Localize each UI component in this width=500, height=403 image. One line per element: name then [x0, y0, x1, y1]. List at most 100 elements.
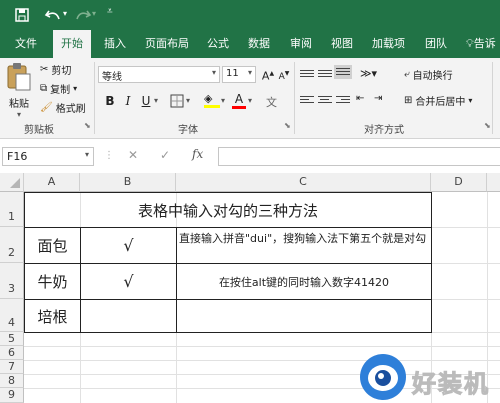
- copy-button[interactable]: ⧉ 复制 ▾: [40, 81, 77, 96]
- align-right-icon[interactable]: [336, 94, 350, 106]
- borders-icon[interactable]: [170, 94, 184, 108]
- watermark: 好装机: [358, 352, 500, 402]
- undo-icon[interactable]: [44, 7, 62, 23]
- font-color-icon: A: [234, 92, 244, 106]
- row-header-9[interactable]: 9: [0, 388, 24, 403]
- save-icon[interactable]: [14, 7, 30, 23]
- cell-a2[interactable]: 面包: [24, 227, 81, 264]
- merge-icon: ⊞: [404, 95, 413, 106]
- redo-icon[interactable]: [74, 7, 92, 23]
- wrap-text-button[interactable]: ⤶ 自动换行: [404, 67, 453, 82]
- column-header-a[interactable]: A: [24, 173, 80, 192]
- decrease-indent-icon[interactable]: ⇤: [356, 93, 364, 104]
- underline-dropdown-icon[interactable]: ▾: [154, 96, 158, 105]
- cell-c3[interactable]: 在按住alt键的同时输入数字41420: [176, 263, 432, 300]
- dialog-launcher-icon[interactable]: ⬊: [484, 121, 491, 130]
- tell-me-box[interactable]: 💡︎告诉: [466, 35, 496, 51]
- clipboard-icon: [7, 63, 31, 91]
- clipboard-group-label: 剪贴板: [24, 125, 54, 136]
- italic-button[interactable]: I: [120, 93, 136, 109]
- row-header-3[interactable]: 3: [0, 263, 24, 299]
- align-bottom-icon[interactable]: [334, 65, 352, 79]
- format-painter-button[interactable]: 🖌︎ 格式刷: [40, 100, 86, 115]
- font-name-select[interactable]: 等线 ▾: [98, 66, 220, 83]
- wrap-text-label: 自动换行: [412, 71, 453, 82]
- font-color-dropdown-icon[interactable]: ▾: [248, 96, 252, 105]
- merge-center-button[interactable]: ⊞ 合并后居中 ▾: [404, 93, 472, 108]
- cell-c2[interactable]: 直接输入拼音"dui"，搜狗输入法下第五个就是对勾: [176, 227, 432, 264]
- paste-button[interactable]: 粘贴 ▾: [4, 62, 34, 119]
- decrease-font-icon[interactable]: A▼: [276, 66, 292, 82]
- cell-c4[interactable]: [176, 299, 432, 333]
- cell-a4[interactable]: 培根: [24, 299, 81, 333]
- orientation-icon[interactable]: ≫▾: [360, 67, 377, 80]
- cell-c3-value: 在按住alt键的同时输入数字41420: [218, 275, 390, 289]
- tab-team[interactable]: 团队: [425, 35, 447, 51]
- column-header-d[interactable]: D: [431, 173, 487, 192]
- cell-b2[interactable]: √: [80, 227, 177, 264]
- font-color-button[interactable]: A: [232, 92, 246, 110]
- fill-color-button[interactable]: ◈: [204, 92, 220, 110]
- dialog-launcher-icon[interactable]: ⬊: [84, 121, 91, 130]
- cell-c2-value: 直接输入拼音"dui"，搜狗输入法下第五个就是对勾: [179, 232, 427, 245]
- tab-view[interactable]: 视图: [331, 35, 353, 51]
- increase-indent-icon[interactable]: ⇥: [374, 93, 382, 104]
- sheet-title: 表格中输入对勾的三种方法: [137, 201, 318, 220]
- dialog-launcher-icon[interactable]: ⬊: [284, 121, 291, 130]
- enter-icon[interactable]: ✓: [160, 148, 170, 162]
- tab-insert[interactable]: 插入: [104, 35, 126, 51]
- cut-button[interactable]: ✂ 剪切: [40, 62, 71, 77]
- increase-font-icon[interactable]: A▲: [260, 66, 276, 83]
- redo-dropdown-icon[interactable]: ▾: [92, 9, 96, 18]
- row-header-1[interactable]: 1: [0, 192, 24, 227]
- column-header-b[interactable]: B: [80, 173, 176, 192]
- insert-function-icon[interactable]: fx: [192, 147, 203, 161]
- align-center-icon[interactable]: [318, 94, 332, 106]
- cell-b4[interactable]: [80, 299, 177, 333]
- phonetic-icon[interactable]: 文: [266, 94, 277, 110]
- cut-label: 剪切: [51, 66, 72, 77]
- font-size-select[interactable]: 11 ▾: [222, 66, 256, 83]
- tab-addins[interactable]: 加载项: [372, 35, 405, 51]
- row-header-4[interactable]: 4: [0, 299, 24, 332]
- gridline: [24, 346, 500, 347]
- row-header-7[interactable]: 7: [0, 360, 24, 374]
- bold-button[interactable]: B: [102, 93, 118, 109]
- formula-bar-splitter-icon[interactable]: ⋮: [104, 150, 114, 161]
- tab-page-layout[interactable]: 页面布局: [145, 35, 189, 51]
- name-box[interactable]: F16 ▾: [2, 147, 94, 166]
- align-top-icon[interactable]: [300, 68, 314, 80]
- fill-dropdown-icon[interactable]: ▾: [221, 96, 225, 105]
- column-header-e[interactable]: [487, 173, 500, 192]
- merge-center-label: 合并后居中: [415, 97, 466, 108]
- borders-dropdown-icon[interactable]: ▾: [186, 96, 190, 105]
- row-header-5[interactable]: 5: [0, 332, 24, 346]
- tab-review[interactable]: 审阅: [290, 35, 312, 51]
- formula-input[interactable]: [218, 147, 500, 166]
- paint-bucket-icon: ◈: [204, 92, 213, 105]
- cell-a3[interactable]: 牛奶: [24, 263, 81, 300]
- gridline: [431, 299, 500, 300]
- align-left-icon[interactable]: [300, 94, 314, 106]
- tab-data[interactable]: 数据: [248, 35, 270, 51]
- group-separator: [94, 62, 95, 134]
- tab-file[interactable]: 文件: [15, 35, 37, 51]
- row-header-2[interactable]: 2: [0, 227, 24, 263]
- row-header-8[interactable]: 8: [0, 374, 24, 388]
- column-header-c[interactable]: C: [176, 173, 431, 192]
- undo-dropdown-icon[interactable]: ▾: [63, 9, 67, 18]
- align-middle-icon[interactable]: [318, 68, 332, 80]
- alignment-group-label: 对齐方式: [364, 125, 404, 136]
- cancel-icon[interactable]: ✕: [128, 148, 138, 162]
- cell-title-merged[interactable]: 表格中输入对勾的三种方法: [24, 192, 432, 228]
- qat-menu-icon[interactable]: ⩡: [107, 6, 113, 17]
- wrap-text-icon: ⤶: [404, 69, 410, 80]
- tab-formulas[interactable]: 公式: [207, 35, 229, 51]
- tab-home[interactable]: 开始: [53, 30, 91, 58]
- row-header-6[interactable]: 6: [0, 346, 24, 360]
- cell-b3[interactable]: √: [80, 263, 177, 300]
- scissors-icon: ✂: [40, 64, 49, 75]
- copy-icon: ⧉: [40, 83, 48, 94]
- select-all-corner[interactable]: [0, 173, 24, 192]
- underline-button[interactable]: U: [138, 93, 154, 109]
